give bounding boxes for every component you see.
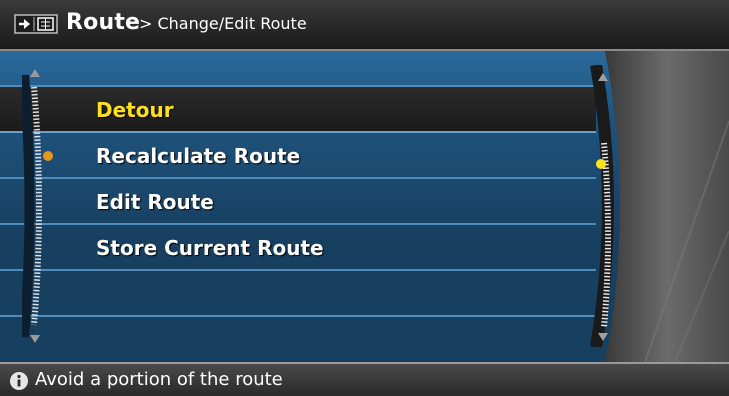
route-menu-icon[interactable] <box>14 14 58 34</box>
menu-item-detour[interactable]: Detour <box>0 87 596 133</box>
left-scroll-track[interactable] <box>22 65 48 347</box>
breadcrumb: > Change/Edit Route <box>139 14 307 33</box>
right-scroll-track[interactable] <box>590 65 616 347</box>
menu-item-label: Edit Route <box>96 190 214 214</box>
current-selection-indicator <box>43 151 53 161</box>
menu-item-recalculate-route[interactable]: Recalculate Route <box>0 133 596 179</box>
list-spacer-top <box>0 51 596 87</box>
list-row-empty <box>0 317 596 362</box>
menu-item-label: Recalculate Route <box>96 144 301 168</box>
menu-item-edit-route[interactable]: Edit Route <box>0 179 596 225</box>
scroll-position-indicator <box>596 159 606 169</box>
menu-item-label: Store Current Route <box>96 236 324 260</box>
menu-area: Detour Recalculate Route Edit Route Stor… <box>0 51 729 362</box>
menu-item-store-current-route[interactable]: Store Current Route <box>0 225 596 271</box>
nav-screen: Route > Change/Edit Route Detour Recalcu… <box>0 0 729 396</box>
status-bar: Avoid a portion of the route <box>0 362 729 396</box>
status-hint-text: Avoid a portion of the route <box>35 369 283 390</box>
page-title: Route <box>66 10 141 35</box>
header-bar: Route > Change/Edit Route <box>0 0 729 51</box>
menu-item-label: Detour <box>96 98 174 122</box>
info-icon <box>10 372 28 390</box>
list-row-empty <box>0 271 596 317</box>
